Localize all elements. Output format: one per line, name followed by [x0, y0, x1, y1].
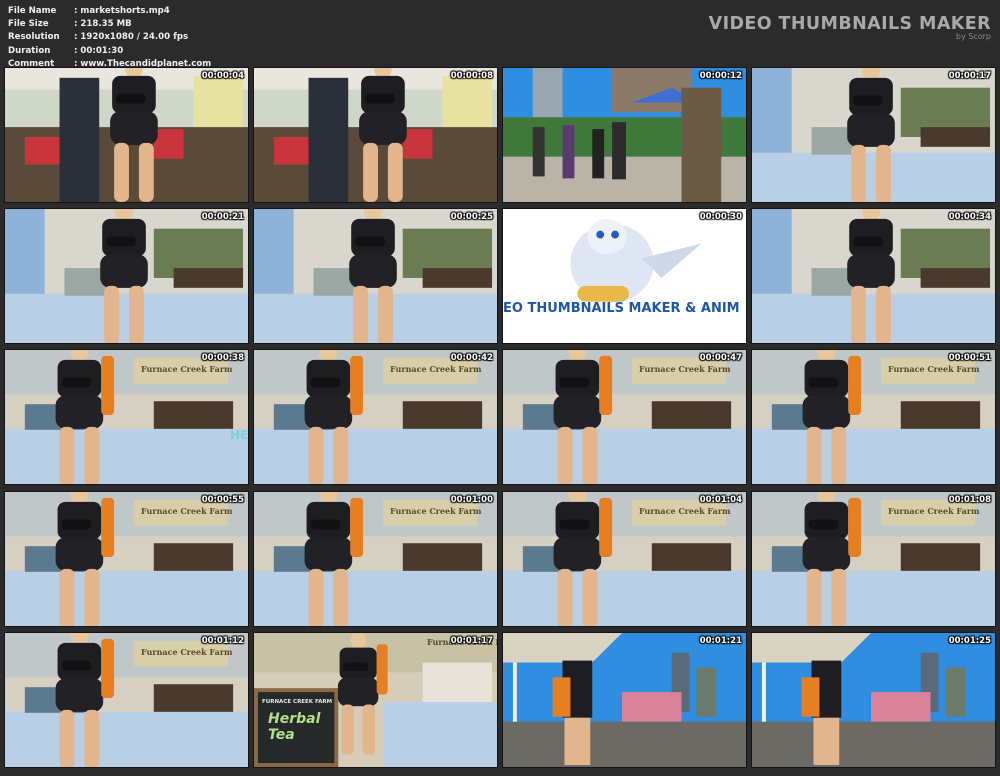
video-thumbnail[interactable]: 00:00:25 — [253, 208, 498, 344]
farm-sign-text: Furnace Creek Farm — [390, 364, 482, 374]
thumbnail-timestamp: 00:00:34 — [948, 212, 991, 222]
thumbnail-timestamp: 00:00:42 — [450, 353, 493, 363]
video-thumbnail[interactable]: 00:00:34 — [751, 208, 996, 344]
video-thumbnail[interactable]: Furnace Creek Farm 00:01:04 — [502, 491, 747, 627]
farm-sign-text: Furnace Creek Farm — [141, 364, 233, 374]
thumbnail-frame-image — [503, 209, 746, 343]
info-label: Resolution — [8, 32, 60, 43]
thumbnail-timestamp: 00:00:17 — [948, 71, 991, 81]
video-thumbnail[interactable]: EO THUMBNAILS MAKER & ANIM 00:00:30 — [502, 208, 747, 344]
thumbnail-timestamp: 00:00:04 — [201, 71, 244, 81]
info-value: : marketshorts.mp4 — [74, 6, 170, 16]
video-thumbnail[interactable]: Furnace Creek Farm 00:01:00 — [253, 491, 498, 627]
brand-header: VIDEO THUMBNAILS MAKER by Scorp — [709, 14, 991, 41]
thumbnail-timestamp: 00:01:08 — [948, 495, 991, 505]
farm-sign-text: Furnace Creek Farm — [141, 506, 233, 516]
thumbnail-timestamp: 00:00:30 — [699, 212, 742, 222]
video-thumbnail[interactable]: Furnace Creek Farm HE 00:00:38 — [4, 349, 249, 485]
thumbnail-timestamp: 00:01:25 — [948, 636, 991, 646]
video-thumbnail[interactable]: Furnace Creek Farm 00:00:42 — [253, 349, 498, 485]
video-thumbnail[interactable]: 00:00:12 — [502, 67, 747, 203]
thumbnail-timestamp: 00:01:04 — [699, 495, 742, 505]
video-thumbnail[interactable]: 00:00:17 — [751, 67, 996, 203]
info-row: Resolution : 1920x1080 / 24.00 fps — [8, 31, 211, 44]
thumbnail-frame-image — [254, 68, 497, 202]
chalkboard-header-text: FURNACE CREEK FARM — [262, 699, 333, 705]
info-row: File Name : marketshorts.mp4 — [8, 5, 211, 18]
video-thumbnail[interactable]: 00:00:21 — [4, 208, 249, 344]
farm-sign-text: Furnace Creek Farm — [888, 506, 980, 516]
thumbnail-timestamp: 00:00:25 — [450, 212, 493, 222]
video-thumbnail[interactable]: 00:00:08 — [253, 67, 498, 203]
farm-sign-text: Furnace Creek Farm — [390, 506, 482, 516]
thumbnail-timestamp: 00:00:08 — [450, 71, 493, 81]
thumbnail-timestamp: 00:01:21 — [699, 636, 742, 646]
thumbnail-timestamp: 00:01:17 — [450, 636, 493, 646]
video-thumbnail[interactable]: Furnace Creek Farm 00:00:51 — [751, 349, 996, 485]
info-label: File Name — [8, 6, 57, 16]
video-thumbnail[interactable]: 00:01:21 — [502, 632, 747, 768]
thumbnail-timestamp: 00:00:21 — [201, 212, 244, 222]
info-value: : 1920x1080 / 24.00 fps — [74, 32, 189, 43]
farm-sign-text: Furnace Creek Farm — [639, 506, 731, 516]
info-label: File Size — [8, 19, 49, 30]
thumbnail-frame-image — [752, 68, 995, 202]
thumbnail-frame-image — [503, 68, 746, 202]
video-thumbnail[interactable]: 00:00:04 — [4, 67, 249, 203]
info-label: Duration — [8, 45, 51, 56]
video-thumbnail[interactable]: 00:01:25 — [751, 632, 996, 768]
thumbnail-timestamp: 00:00:12 — [699, 71, 742, 81]
thumbnail-frame-image — [5, 68, 248, 202]
farm-sign-text: Furnace Creek Farm — [639, 364, 731, 374]
video-thumbnail[interactable]: Furnace Creek Farm 00:00:55 — [4, 491, 249, 627]
thumbnail-timestamp: 00:01:00 — [450, 495, 493, 505]
thumbnail-frame-image — [752, 633, 995, 767]
thumbnail-timestamp: 00:00:55 — [201, 495, 244, 505]
thumbnail-frame-image — [752, 209, 995, 343]
board-text: HE — [230, 428, 249, 442]
video-thumbnail[interactable]: Furnace Creek FarmFURNACE CREEK FARMHerb… — [253, 632, 498, 768]
info-value: : 00:01:30 — [74, 45, 124, 56]
thumbnail-timestamp: 00:00:51 — [948, 353, 991, 363]
thumbnail-timestamp: 00:00:47 — [699, 353, 742, 363]
info-value: : 218.35 MB — [74, 19, 132, 30]
brand-title: VIDEO THUMBNAILS MAKER — [708, 14, 991, 34]
video-thumbnail[interactable]: Furnace Creek Farm 00:01:08 — [751, 491, 996, 627]
thumbnail-frame-image — [503, 633, 746, 767]
chalkboard-text: Herbal Tea — [268, 711, 321, 743]
video-thumbnail[interactable]: Furnace Creek Farm 00:00:47 — [502, 349, 747, 485]
logo-banner-text: EO THUMBNAILS MAKER & ANIM — [503, 301, 740, 316]
thumbnail-timestamp: 00:00:38 — [201, 353, 244, 363]
video-thumbnail[interactable]: Furnace Creek Farm 00:01:12 — [4, 632, 249, 768]
thumbnail-frame-image — [5, 209, 248, 343]
info-row: Duration : 00:01:30 — [8, 45, 211, 58]
file-info-panel: File Name : marketshorts.mp4 File Size : 21… — [8, 5, 211, 71]
thumbnail-timestamp: 00:01:12 — [201, 636, 244, 646]
farm-sign-text: Furnace Creek Farm — [141, 647, 233, 657]
info-row: File Size : 218.35 MB — [8, 18, 211, 31]
farm-sign-text: Furnace Creek Farm — [888, 364, 980, 374]
thumbnail-frame-image — [254, 209, 497, 343]
